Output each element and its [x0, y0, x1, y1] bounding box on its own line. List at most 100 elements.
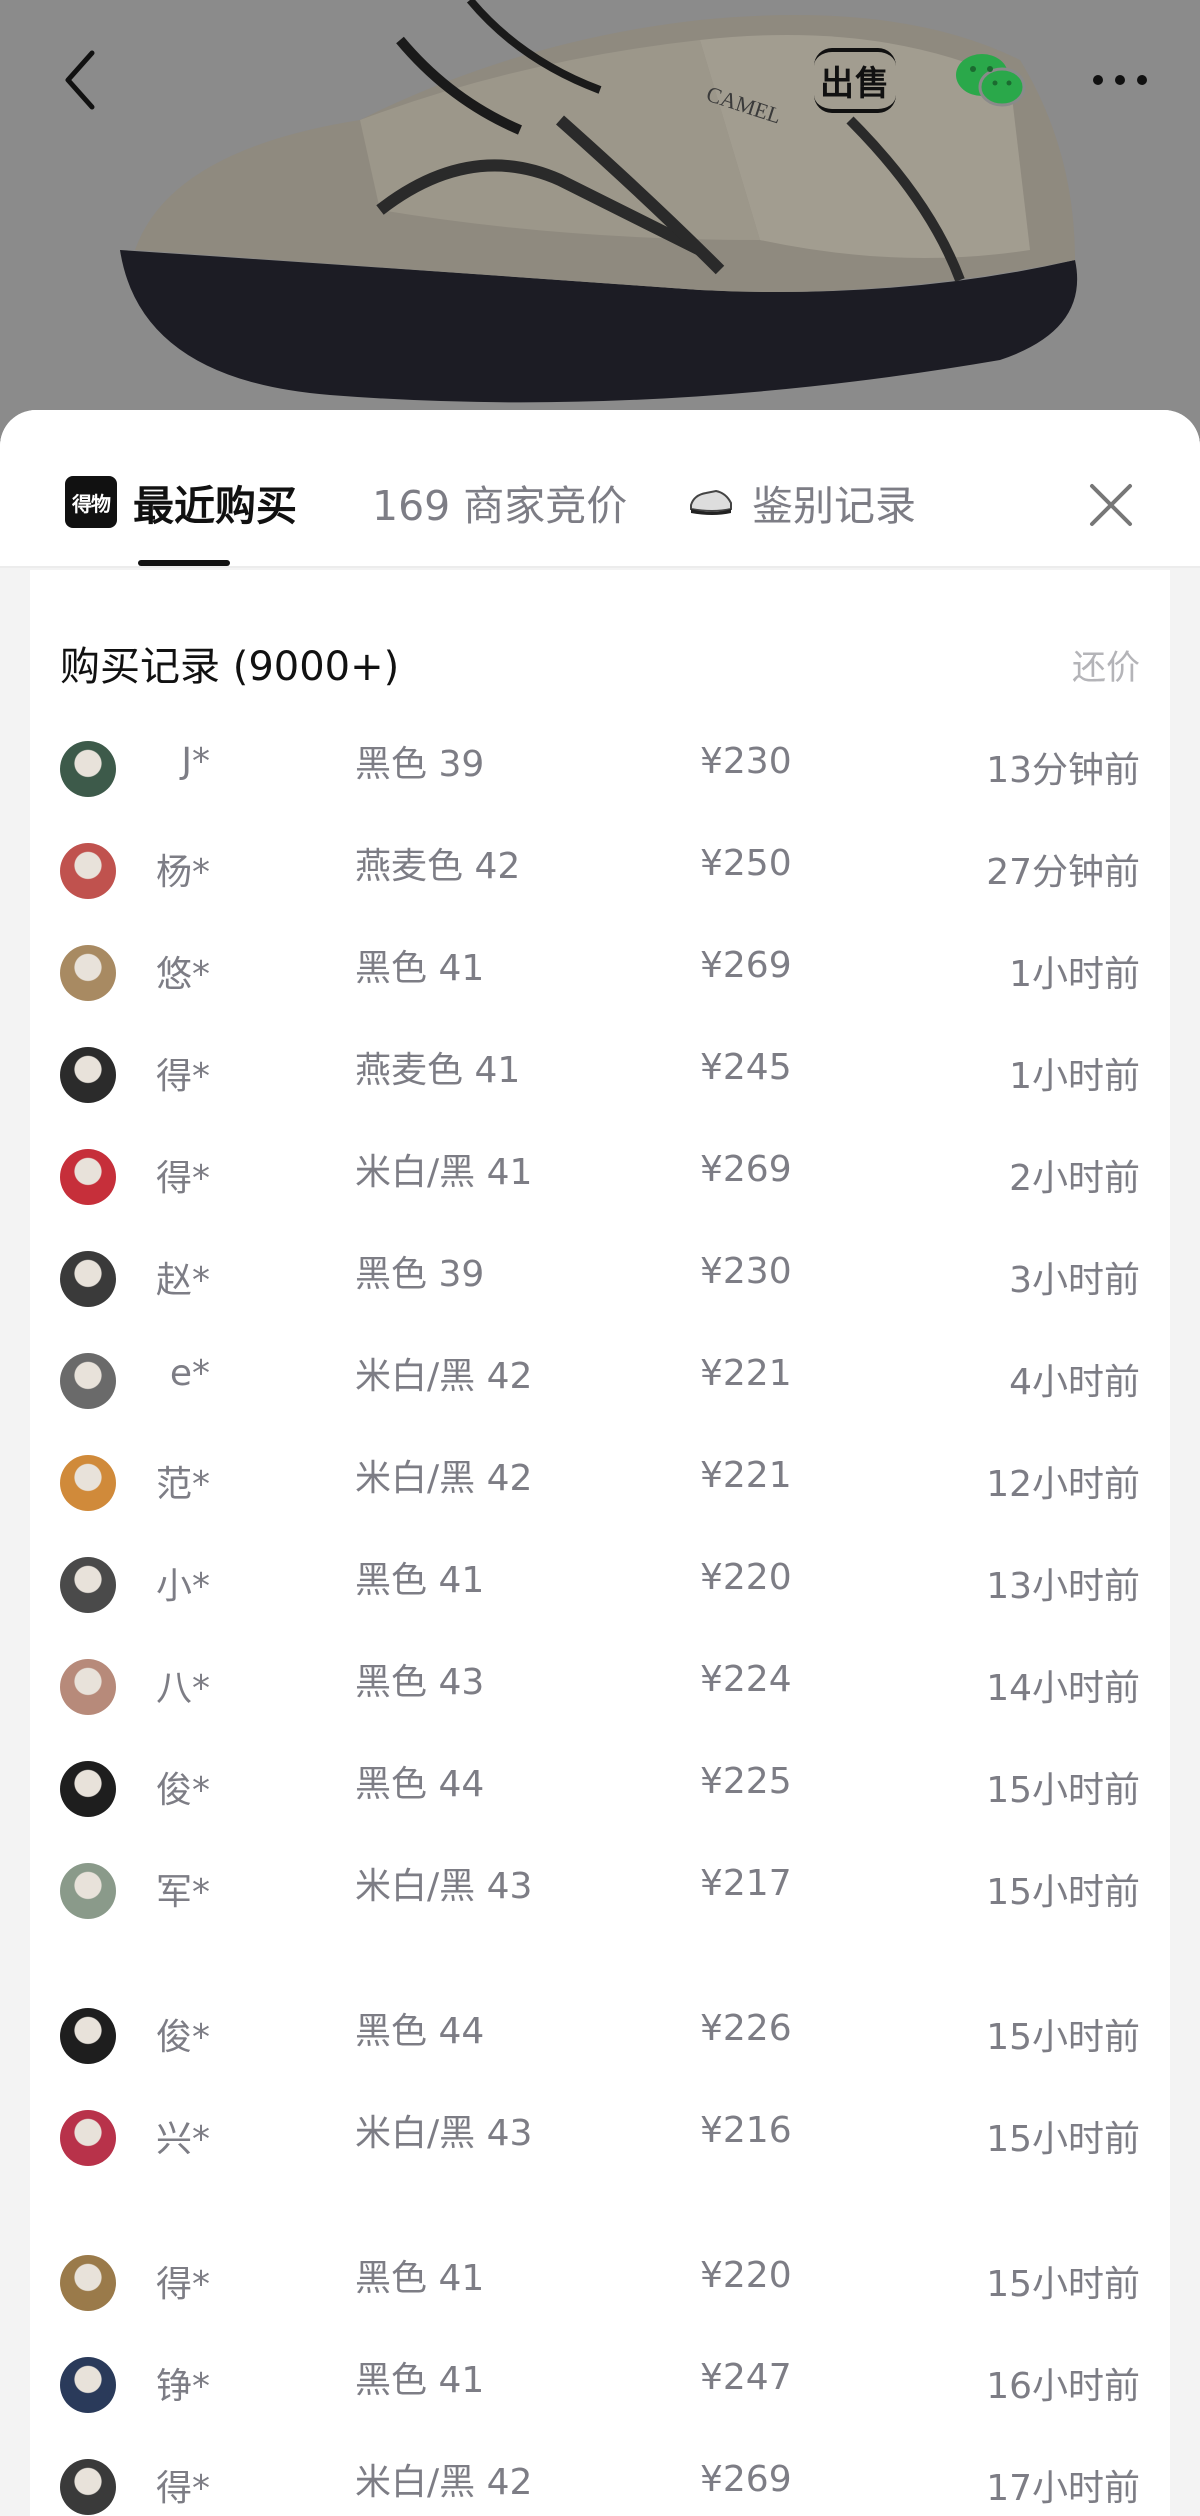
product-spec: 米白/黑 42	[355, 1458, 533, 1499]
purchase-record-row: 得* 米白/黑 42 ¥269 17小时前	[30, 2443, 1170, 2516]
records-title: 购买记录 (9000+)	[60, 644, 400, 690]
purchase-record-row: 小* 黑色 41 ¥220 13小时前	[30, 1541, 1170, 1643]
sale-time: 4小时前	[1009, 1362, 1140, 1403]
user-name: 得*	[155, 1056, 210, 1097]
purchase-record-row: e* 米白/黑 42 ¥221 4小时前	[30, 1337, 1170, 1439]
tab-merchant-bids[interactable]: 169 商家竞价	[372, 462, 627, 542]
sale-time: 27分钟前	[986, 852, 1140, 893]
user-name: 小*	[155, 1566, 210, 1607]
sneaker-icon	[690, 489, 732, 515]
user-name: 得*	[155, 1158, 210, 1199]
user-avatar	[60, 843, 116, 899]
purchase-record-row: 铮* 黑色 41 ¥247 16小时前	[30, 2341, 1170, 2443]
sale-price: ¥269	[700, 945, 792, 986]
user-name: 范*	[155, 1464, 210, 1505]
user-name: 得*	[155, 2264, 210, 2305]
close-sheet-button[interactable]	[1080, 474, 1142, 536]
product-spec: 黑色 41	[355, 2360, 485, 2401]
sale-price: ¥221	[700, 1353, 792, 1394]
sale-time: 1小时前	[1009, 1056, 1140, 1097]
sale-price: ¥247	[700, 2357, 792, 2398]
product-spec: 黑色 44	[355, 2011, 485, 2052]
user-name: 铮*	[155, 2366, 210, 2407]
sale-price: ¥221	[700, 1455, 792, 1496]
purchase-record-row: 赵* 黑色 39 ¥230 3小时前	[30, 1235, 1170, 1337]
sale-time: 1小时前	[1009, 954, 1140, 995]
product-spec: 米白/黑 43	[355, 1866, 533, 1907]
purchase-record-row: 得* 米白/黑 41 ¥269 2小时前	[30, 1133, 1170, 1235]
user-avatar	[60, 2008, 116, 2064]
sale-time: 15小时前	[986, 2264, 1140, 2305]
user-avatar	[60, 1047, 116, 1103]
tab-authentication-records[interactable]: 鉴别记录	[688, 462, 916, 542]
sale-time: 15小时前	[986, 2017, 1140, 2058]
sale-time: 17小时前	[986, 2468, 1140, 2509]
sale-price: ¥250	[700, 843, 792, 884]
sale-price: ¥224	[700, 1659, 792, 1700]
user-avatar	[60, 1251, 116, 1307]
sale-time: 16小时前	[986, 2366, 1140, 2407]
purchase-records-card: 购买记录 (9000+) 还价 J* 黑色 39 ¥230 13分钟前 杨* 燕麦色 42…	[30, 570, 1170, 2516]
tab-recent-purchases[interactable]: 得物 最近购买	[65, 462, 297, 542]
sale-price: ¥220	[700, 2255, 792, 2296]
close-icon	[1090, 484, 1132, 526]
product-spec: 黑色 41	[355, 948, 485, 989]
sell-button[interactable]: 出售	[800, 38, 910, 122]
chevron-left-icon	[65, 50, 95, 110]
user-avatar	[60, 2110, 116, 2166]
more-button[interactable]	[1070, 38, 1170, 122]
user-avatar	[60, 2459, 116, 2515]
user-name: 八*	[155, 1668, 210, 1709]
purchase-record-row: 俊* 黑色 44 ¥226 15小时前	[30, 1992, 1170, 2094]
sale-time: 3小时前	[1009, 1260, 1140, 1301]
product-spec: 黑色 41	[355, 1560, 485, 1601]
purchase-record-row: 俊* 黑色 44 ¥225 15小时前	[30, 1745, 1170, 1847]
sheet-tab-bar: 得物 最近购买 169 商家竞价 鉴别记录	[0, 410, 1200, 568]
sale-time: 13小时前	[986, 1566, 1140, 1607]
product-spec: 黑色 39	[355, 1254, 485, 1295]
user-name: 得*	[155, 2468, 210, 2509]
sale-price: ¥269	[700, 2459, 792, 2500]
product-spec: 黑色 39	[355, 744, 485, 785]
user-name: 军*	[155, 1872, 210, 1913]
purchase-record-row: 得* 黑色 41 ¥220 15小时前	[30, 2239, 1170, 2341]
product-spec: 米白/黑 41	[355, 1152, 533, 1193]
user-avatar	[60, 1659, 116, 1715]
user-name: 俊*	[155, 1770, 210, 1811]
purchase-record-row: J* 黑色 39 ¥230 13分钟前	[30, 725, 1170, 827]
user-avatar	[60, 1557, 116, 1613]
product-spec: 米白/黑 42	[355, 2462, 533, 2503]
product-spec: 黑色 43	[355, 1662, 485, 1703]
user-avatar	[60, 1863, 116, 1919]
user-name: 杨*	[155, 852, 210, 893]
records-list: J* 黑色 39 ¥230 13分钟前 杨* 燕麦色 42 ¥250 27分钟前 悠* 黑色 41…	[30, 725, 1170, 2516]
sell-label: 出售	[814, 47, 896, 113]
user-name: J*	[181, 741, 210, 782]
tab-authentication-records-label: 鉴别记录	[752, 482, 916, 530]
product-spec: 黑色 41	[355, 2258, 485, 2299]
user-avatar	[60, 2357, 116, 2413]
user-avatar	[60, 1455, 116, 1511]
sale-time: 12小时前	[986, 1464, 1140, 1505]
tab-merchant-bids-label: 169 商家竞价	[372, 482, 628, 530]
user-avatar	[60, 2255, 116, 2311]
sale-time: 15小时前	[986, 2119, 1140, 2160]
purchase-record-row: 八* 黑色 43 ¥224 14小时前	[30, 1643, 1170, 1745]
product-spec: 黑色 44	[355, 1764, 485, 1805]
sale-price: ¥230	[700, 1251, 792, 1292]
purchase-record-row: 军* 米白/黑 43 ¥217 15小时前	[30, 1847, 1170, 1992]
wechat-icon	[956, 54, 1026, 107]
sale-time: 15小时前	[986, 1872, 1140, 1913]
counter-offer-button[interactable]: 还价	[1072, 640, 1140, 689]
product-spec: 燕麦色 42	[355, 846, 521, 887]
sale-price: ¥217	[700, 1863, 792, 1904]
tab-recent-purchases-label: 最近购买	[133, 482, 297, 530]
purchase-record-row: 范* 米白/黑 42 ¥221 12小时前	[30, 1439, 1170, 1541]
active-tab-indicator	[138, 560, 230, 566]
sale-price: ¥230	[700, 741, 792, 782]
more-dots-icon	[1093, 75, 1147, 85]
share-wechat-button[interactable]	[935, 38, 1045, 122]
back-button[interactable]	[40, 38, 120, 122]
sale-price: ¥245	[700, 1047, 792, 1088]
purchase-record-row: 杨* 燕麦色 42 ¥250 27分钟前	[30, 827, 1170, 929]
